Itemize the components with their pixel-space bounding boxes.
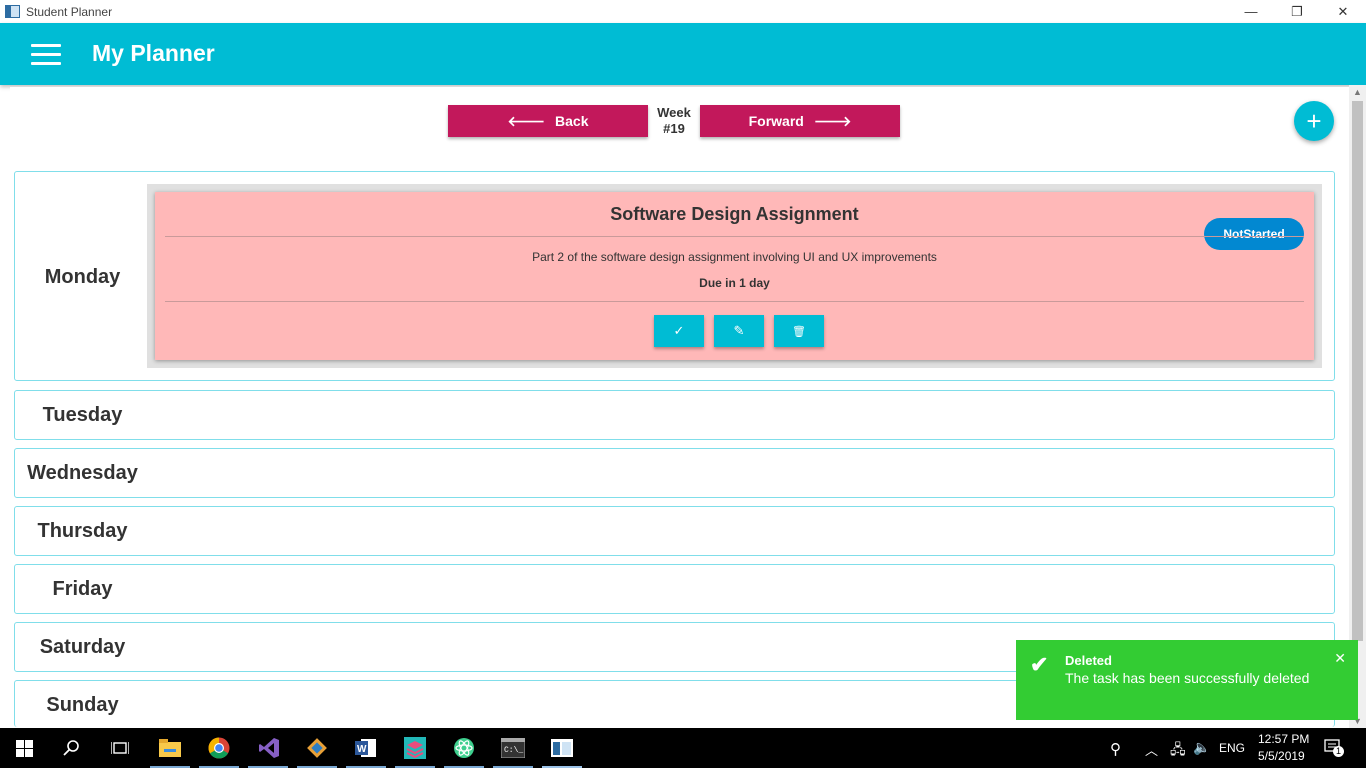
forward-button-label: Forward [748,113,804,129]
scroll-up-icon[interactable]: ▲ [1353,87,1362,97]
chrome-icon[interactable] [207,736,231,760]
day-label: Friday [52,578,113,600]
app-icon [5,5,20,18]
close-icon[interactable]: ✕ [1334,650,1346,667]
day-wednesday[interactable]: Wednesday [14,448,1335,498]
minimize-button[interactable]: — [1228,0,1274,23]
task-view-icon[interactable] [108,736,132,760]
day-tuesday[interactable]: Tuesday [14,390,1335,440]
divider [165,301,1304,302]
search-icon[interactable] [60,736,84,760]
clock-time[interactable]: 12:57 PM [1258,732,1309,746]
window-titlebar: Student Planner — ❐ ✕ [0,0,1366,23]
gitkraken-icon[interactable] [305,736,329,760]
day-label: Sunday [46,694,119,716]
atom-icon[interactable] [452,736,476,760]
arrow-right-icon: 🡒 [813,112,852,129]
window-title: Student Planner [26,4,113,19]
trash-icon: 🗑 [792,325,806,338]
check-icon: ✓ [673,323,685,338]
svg-text:W: W [357,744,367,755]
checkmark-icon: ✔ [1030,652,1049,677]
windows-start-icon[interactable] [12,736,36,760]
word-icon[interactable]: W [354,736,378,760]
day-label: Tuesday [42,404,123,426]
clock-date[interactable]: 5/5/2019 [1258,749,1305,763]
delete-task-button[interactable]: 🗑 [774,315,824,347]
app-header: My Planner [0,23,1366,85]
task-card: Software Design Assignment NotStarted Pa… [155,192,1314,360]
svg-text:C:\_: C:\_ [504,746,523,755]
day-label: Saturday [39,636,126,658]
terminal-icon[interactable]: C:\_ [501,736,525,760]
file-explorer-icon[interactable] [158,736,182,760]
arrow-left-icon: 🡐 [507,112,546,129]
plus-icon: + [1306,105,1322,136]
add-task-button[interactable]: + [1294,101,1334,141]
day-label: Monday [44,266,121,288]
week-label: Week [657,105,691,120]
day-thursday[interactable]: Thursday [14,506,1335,556]
task-due: Due in 1 day [699,276,770,290]
os-taskbar: W C:\_ ⚲ ︿ 🖧 🔈 ENG 12:57 PM 5/5/2019 1 [0,728,1366,768]
day-label: Wednesday [27,462,138,484]
toast-message: The task has been successfully deleted [1065,670,1310,686]
week-number: #19 [663,121,685,136]
edit-task-button[interactable]: ✎ [714,315,764,347]
task-title: Software Design Assignment [610,204,859,224]
restore-button[interactable]: ❐ [1274,0,1320,23]
visual-studio-icon[interactable] [257,736,281,760]
stack-app-icon[interactable] [403,736,427,760]
scrollbar-thumb[interactable] [1352,101,1363,641]
toast-title: Deleted [1065,653,1112,668]
menu-icon[interactable] [31,44,61,65]
day-monday: Monday Software Design Assignment NotSta… [14,171,1335,381]
task-list: Software Design Assignment NotStarted Pa… [147,184,1322,368]
back-button[interactable]: 🡐 Back [448,105,648,137]
people-icon[interactable]: ⚲ [1110,740,1121,758]
forward-button[interactable]: Forward 🡒 [700,105,900,137]
notification-count: 1 [1333,746,1344,757]
day-friday[interactable]: Friday [14,564,1335,614]
notification-icon[interactable]: 1 [1324,738,1344,757]
pencil-icon: ✎ [733,323,745,338]
volume-icon[interactable]: 🔈 [1193,739,1210,756]
vertical-scrollbar[interactable]: ▲ ▼ [1349,85,1366,728]
day-label: Thursday [37,520,128,542]
status-badge[interactable]: NotStarted [1204,218,1304,250]
network-icon[interactable]: 🖧 [1170,739,1186,763]
complete-task-button[interactable]: ✓ [654,315,704,347]
task-description: Part 2 of the software design assignment… [532,250,937,264]
divider [165,236,1304,237]
week-indicator: Week #19 [652,105,696,137]
toast-notification: ✔ Deleted The task has been successfully… [1016,640,1358,720]
close-window-button[interactable]: ✕ [1320,0,1366,23]
page-title: My Planner [92,40,215,66]
back-button-label: Back [555,113,589,129]
chevron-up-icon[interactable]: ︿ [1145,740,1158,759]
student-planner-app-icon[interactable] [550,736,574,760]
language-indicator[interactable]: ENG [1219,741,1245,755]
